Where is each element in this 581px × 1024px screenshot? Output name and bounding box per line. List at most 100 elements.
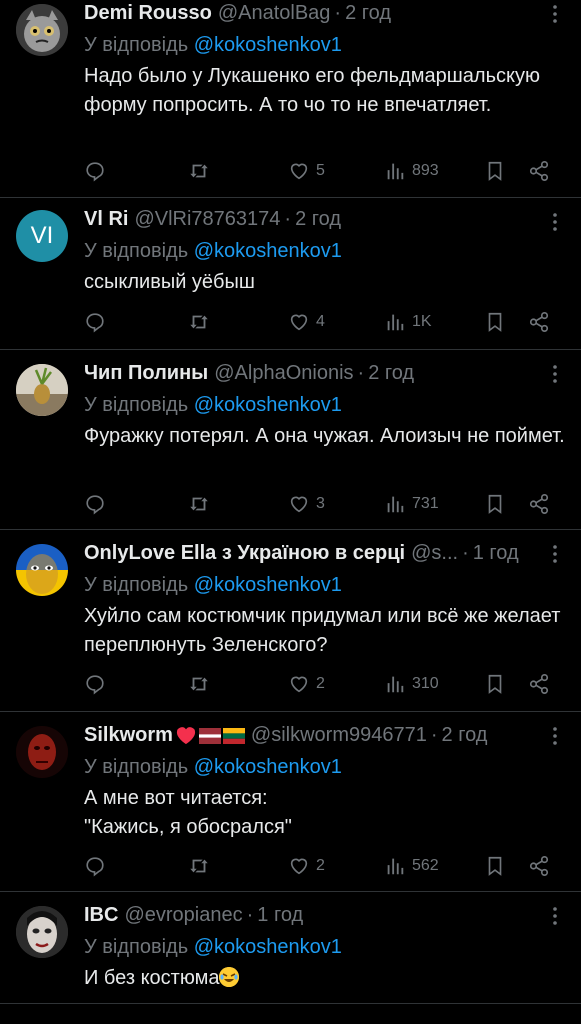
- timestamp[interactable]: 1 год: [257, 904, 303, 927]
- comment-icon: [86, 162, 104, 182]
- views-button[interactable]: 562: [384, 855, 439, 877]
- retweet-button[interactable]: [188, 160, 210, 182]
- author-handle[interactable]: @silkworm9946771: [251, 724, 427, 747]
- views-button[interactable]: 893: [384, 160, 439, 182]
- author-handle[interactable]: @VlRi78763174: [134, 208, 280, 231]
- action-bar: 4 1K: [84, 308, 561, 336]
- author-name[interactable]: Silkworm: [84, 724, 173, 747]
- heart-icon: [290, 676, 308, 693]
- like-button[interactable]: 3: [288, 493, 325, 515]
- more-icon[interactable]: [543, 542, 567, 566]
- views-icon: [387, 163, 404, 180]
- retweet-button[interactable]: [188, 311, 210, 333]
- like-button[interactable]: 2: [288, 673, 325, 695]
- bookmark-button[interactable]: [484, 493, 506, 515]
- views-button[interactable]: 310: [384, 673, 439, 695]
- more-icon[interactable]: [543, 210, 567, 234]
- heart-icon: [290, 858, 308, 875]
- avatar[interactable]: [16, 906, 68, 958]
- tweet-text: Хуйло сам костюмчик придумал или всё же …: [84, 605, 561, 656]
- bookmark-icon: [488, 494, 502, 514]
- reply-button[interactable]: [84, 673, 106, 695]
- view-count: 1K: [412, 313, 432, 330]
- retweet-button[interactable]: [188, 493, 210, 515]
- share-button[interactable]: [528, 855, 550, 877]
- laughing-emoji-icon: [219, 967, 240, 987]
- bookmark-button[interactable]: [484, 160, 506, 182]
- reply-tweet[interactable]: IBC @evropianec · 1 год У відповідь @kok…: [0, 892, 581, 1004]
- mention-link[interactable]: @kokoshenkov1: [194, 574, 342, 596]
- author-name[interactable]: OnlyLove Ella з Україною в серці: [84, 542, 405, 565]
- bookmark-button[interactable]: [484, 311, 506, 333]
- reply-button[interactable]: [84, 311, 106, 333]
- views-button[interactable]: 1K: [384, 311, 432, 333]
- reply-tweet[interactable]: Demi Rousso @AnatolBag · 2 год У відпові…: [0, 0, 581, 198]
- retweet-button[interactable]: [188, 673, 210, 695]
- mention-link[interactable]: @kokoshenkov1: [194, 240, 342, 262]
- mention-link[interactable]: @kokoshenkov1: [194, 394, 342, 416]
- more-icon[interactable]: [543, 2, 567, 26]
- mention-link[interactable]: @kokoshenkov1: [194, 756, 342, 778]
- share-button[interactable]: [528, 493, 550, 515]
- more-icon[interactable]: [543, 904, 567, 928]
- more-icon[interactable]: [543, 724, 567, 748]
- comment-icon: [86, 495, 104, 515]
- like-button[interactable]: 4: [288, 311, 325, 333]
- reply-tweet[interactable]: Silkworm @silkworm9946771 · 2 год У відп…: [0, 712, 581, 892]
- author-handle[interactable]: @s...: [411, 542, 458, 565]
- heart-icon: [290, 163, 308, 180]
- like-count: 5: [316, 162, 325, 179]
- timestamp[interactable]: 2 год: [345, 2, 391, 25]
- author-handle[interactable]: @evropianec: [124, 904, 242, 927]
- avatar[interactable]: [16, 544, 68, 596]
- avatar[interactable]: [16, 364, 68, 416]
- share-icon: [529, 161, 549, 181]
- retweet-button[interactable]: [188, 855, 210, 877]
- reply-context: У відповідь @kokoshenkov1: [84, 238, 569, 264]
- share-icon: [529, 856, 549, 876]
- replies-feed: Demi Rousso @AnatolBag · 2 год У відпові…: [0, 0, 581, 1004]
- avatar[interactable]: [16, 4, 68, 56]
- author-name[interactable]: IBC: [84, 904, 118, 927]
- timestamp[interactable]: 2 год: [368, 362, 414, 385]
- reply-button[interactable]: [84, 160, 106, 182]
- reply-tweet[interactable]: VI Vl Ri @VlRi78763174 · 2 год У відпові…: [0, 198, 581, 350]
- more-icon[interactable]: [543, 362, 567, 386]
- avatar-initials: VI: [30, 222, 54, 249]
- mention-link[interactable]: @kokoshenkov1: [194, 34, 342, 56]
- like-button[interactable]: 5: [288, 160, 325, 182]
- retweet-icon: [190, 859, 208, 873]
- reply-prefix: У відповідь: [84, 756, 189, 778]
- reply-prefix: У відповідь: [84, 574, 189, 596]
- share-icon: [529, 674, 549, 694]
- reply-tweet[interactable]: Чип Полины @AlphaOnionis · 2 год У відпо…: [0, 350, 581, 530]
- mention-link[interactable]: @kokoshenkov1: [194, 936, 342, 958]
- views-icon: [387, 676, 404, 693]
- share-button[interactable]: [528, 673, 550, 695]
- share-button[interactable]: [528, 160, 550, 182]
- separator-dot: ·: [462, 541, 469, 564]
- reply-button[interactable]: [84, 855, 106, 877]
- views-button[interactable]: 731: [384, 493, 439, 515]
- separator-dot: ·: [334, 1, 342, 24]
- timestamp[interactable]: 2 год: [295, 208, 341, 231]
- timestamp[interactable]: 2 год: [442, 724, 488, 747]
- reply-tweet[interactable]: OnlyLove Ella з Україною в серці @s... ·…: [0, 530, 581, 712]
- author-name[interactable]: Vl Ri: [84, 208, 128, 231]
- bookmark-button[interactable]: [484, 673, 506, 695]
- author-name[interactable]: Demi Rousso: [84, 2, 212, 25]
- bookmark-button[interactable]: [484, 855, 506, 877]
- avatar[interactable]: [16, 726, 68, 778]
- reply-context: У відповідь @kokoshenkov1: [84, 754, 569, 780]
- author-name[interactable]: Чип Полины: [84, 362, 208, 385]
- reply-prefix: У відповідь: [84, 936, 189, 958]
- author-handle[interactable]: @AnatolBag: [218, 2, 331, 25]
- avatar[interactable]: VI: [16, 210, 68, 262]
- like-button[interactable]: 2: [288, 855, 325, 877]
- timestamp[interactable]: 1 год: [473, 542, 519, 565]
- author-handle[interactable]: @AlphaOnionis: [214, 362, 353, 385]
- bookmark-icon: [488, 312, 502, 332]
- share-button[interactable]: [528, 311, 550, 333]
- reply-button[interactable]: [84, 493, 106, 515]
- latvia-flag-icon: [198, 727, 221, 744]
